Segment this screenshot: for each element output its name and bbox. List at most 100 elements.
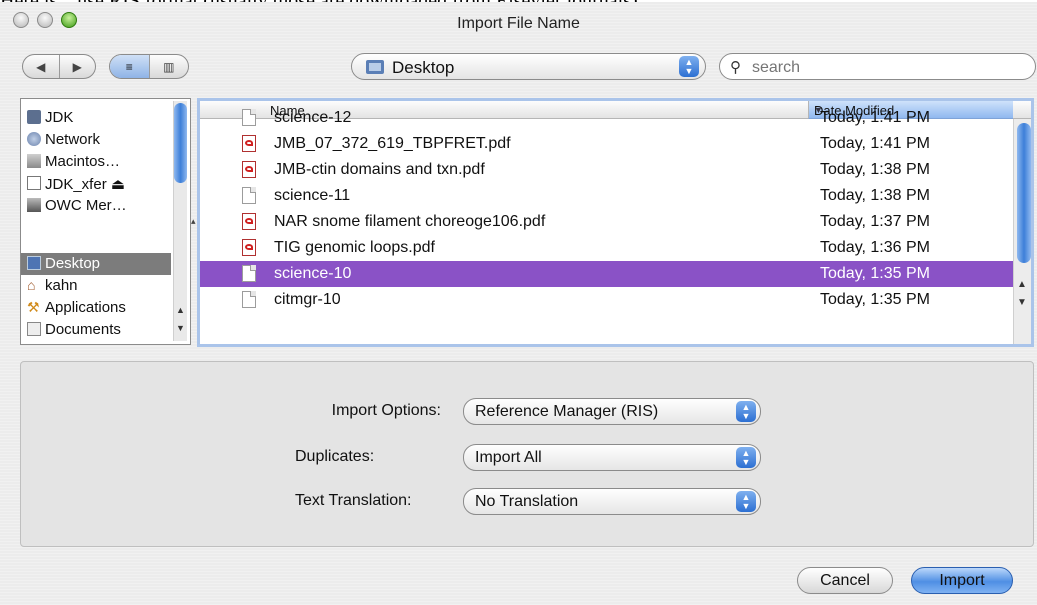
location-label: Desktop — [392, 58, 455, 77]
sidebar: JDK Network Macintos… JDK_xfer ⏏ OWC Mer… — [20, 98, 191, 345]
file-name: science-11 — [274, 187, 351, 204]
file-row[interactable]: JMB-ctin domains and txn.pdf Today, 1:38… — [200, 157, 1013, 183]
desktop-folder-icon — [366, 60, 384, 74]
file-date: Today, 1:38 PM — [820, 187, 930, 204]
file-name: NAR snome filament choreoge106.pdf — [274, 213, 546, 230]
import-options-label: Import Options: — [331, 402, 441, 419]
sidebar-item-owc[interactable]: OWC Mer… — [21, 195, 171, 217]
desktop-icon — [27, 256, 41, 270]
text-translation-value: No Translation — [475, 493, 579, 510]
splitter-handle-icon[interactable]: ▴ — [191, 216, 196, 227]
sidebar-item-label: Desktop — [45, 255, 101, 272]
popup-arrows-icon: ▲ ▼ — [736, 447, 756, 468]
documents-icon — [27, 322, 41, 336]
import-options-panel: Import Options: Reference Manager (RIS) … — [20, 361, 1034, 547]
import-dialog: Import File Name ◀ ▶ ≡ ▥ Desktop ▲▼ ⚲ JD… — [0, 2, 1037, 605]
file-row[interactable]: science-11 Today, 1:38 PM — [200, 183, 1013, 209]
pdf-icon — [242, 239, 256, 256]
cancel-button[interactable]: Cancel — [797, 567, 893, 594]
sidebar-item-label: Applications — [45, 299, 126, 316]
sidebar-item-label: Documents — [45, 321, 121, 338]
duplicates-value: Import All — [475, 449, 542, 466]
external-drive-icon — [27, 176, 41, 190]
popup-arrows-icon: ▲ ▼ — [736, 491, 756, 512]
file-date: Today, 1:35 PM — [820, 291, 930, 308]
scroll-down-arrow-icon[interactable]: ▼ — [175, 323, 186, 333]
sidebar-item-jdk[interactable]: JDK — [21, 107, 171, 129]
back-button[interactable]: ◀ — [23, 55, 59, 78]
scroll-up-arrow-icon[interactable]: ▲ — [175, 305, 186, 315]
text-translation-popup[interactable]: No Translation ▲ ▼ — [463, 488, 761, 515]
title-bar: Import File Name — [0, 2, 1037, 40]
sidebar-item-label: JDK — [45, 109, 74, 126]
popup-arrows-icon: ▲ ▼ — [679, 56, 699, 77]
import-button[interactable]: Import — [911, 567, 1013, 594]
sidebar-item-desktop[interactable]: Desktop — [21, 253, 171, 275]
file-name: JMB_07_372_619_TBPFRET.pdf — [274, 135, 511, 152]
file-name: science-10 — [274, 265, 352, 282]
file-name: JMB-ctin domains and txn.pdf — [274, 161, 485, 178]
sidebar-item-jdk-xfer[interactable]: JDK_xfer ⏏ — [21, 173, 171, 195]
network-globe-icon — [27, 132, 41, 146]
file-row-selected[interactable]: science-10 Today, 1:35 PM — [200, 261, 1013, 287]
sidebar-item-kahn[interactable]: ⌂ kahn — [21, 275, 171, 297]
sidebar-item-label: JDK_xfer ⏏ — [45, 176, 126, 193]
scroll-up-arrow-icon[interactable]: ▲ — [1015, 279, 1029, 290]
column-view-button[interactable]: ▥ — [148, 55, 189, 78]
search-field: ⚲ — [719, 53, 1036, 80]
sidebar-item-macintosh[interactable]: Macintos… — [21, 151, 171, 173]
window-title: Import File Name — [457, 15, 580, 32]
file-row[interactable]: citmgr-10 Today, 1:35 PM — [200, 287, 1013, 313]
text-translation-label: Text Translation: — [295, 492, 412, 509]
computer-icon — [27, 110, 41, 124]
file-date: Today, 1:41 PM — [820, 135, 930, 152]
file-name: TIG genomic loops.pdf — [274, 239, 435, 256]
list-view-button[interactable]: ≡ — [110, 55, 149, 78]
sidebar-item-label: Network — [45, 131, 101, 148]
sidebar-item-applications[interactable]: ⚒ Applications — [21, 297, 171, 319]
file-row[interactable]: JMB_07_372_619_TBPFRET.pdf Today, 1:41 P… — [200, 131, 1013, 157]
document-icon — [242, 187, 256, 204]
applications-icon: ⚒ — [27, 299, 40, 315]
import-options-value: Reference Manager (RIS) — [475, 403, 659, 420]
sidebar-item-label: kahn — [45, 277, 78, 294]
home-icon: ⌂ — [27, 277, 36, 293]
search-icon: ⚲ — [730, 59, 741, 76]
file-date: Today, 1:38 PM — [820, 161, 930, 178]
column-header-filler — [1013, 101, 1031, 119]
file-date: Today, 1:36 PM — [820, 239, 930, 256]
sidebar-item-network[interactable]: Network — [21, 129, 171, 151]
file-row[interactable]: NAR snome filament choreoge106.pdf Today… — [200, 209, 1013, 235]
pdf-icon — [242, 161, 256, 178]
duplicates-label: Duplicates: — [295, 448, 375, 465]
file-name: citmgr-10 — [274, 291, 341, 308]
location-popup[interactable]: Desktop ▲ ▼ — [351, 53, 706, 80]
hard-drive-icon — [27, 154, 41, 168]
file-date: Today, 1:35 PM — [820, 265, 930, 282]
forward-button[interactable]: ▶ — [58, 55, 96, 78]
file-name: science-12 — [274, 109, 352, 126]
sidebar-item-documents[interactable]: Documents — [21, 319, 171, 341]
import-options-popup[interactable]: Reference Manager (RIS) ▲ ▼ — [463, 398, 761, 425]
sidebar-item-label: Macintos… — [45, 153, 121, 170]
document-icon — [242, 291, 256, 308]
pdf-icon — [242, 135, 256, 152]
view-mode-control: ≡ ▥ — [109, 54, 189, 79]
file-browser: Name Date Modified ▼ science-12 Today, 1:… — [197, 98, 1034, 347]
popup-arrows-icon: ▲ ▼ — [736, 401, 756, 422]
document-icon — [242, 109, 256, 126]
file-row[interactable]: TIG genomic loops.pdf Today, 1:36 PM — [200, 235, 1013, 261]
duplicates-popup[interactable]: Import All ▲ ▼ — [463, 444, 761, 471]
sidebar-scroll-thumb[interactable] — [174, 103, 187, 183]
file-date: Today, 1:37 PM — [820, 213, 930, 230]
back-forward-control: ◀ ▶ — [22, 54, 96, 79]
document-icon — [242, 265, 256, 282]
file-date: Today, 1:41 PM — [820, 109, 930, 126]
scroll-down-arrow-icon[interactable]: ▼ — [1015, 297, 1029, 308]
search-input[interactable] — [750, 57, 1024, 78]
sidebar-item-label: OWC Mer… — [45, 197, 127, 214]
file-row[interactable]: science-12 Today, 1:41 PM — [200, 105, 1013, 131]
external-drive-icon — [27, 198, 41, 212]
pdf-icon — [242, 213, 256, 230]
file-list-scroll-thumb[interactable] — [1017, 123, 1031, 263]
